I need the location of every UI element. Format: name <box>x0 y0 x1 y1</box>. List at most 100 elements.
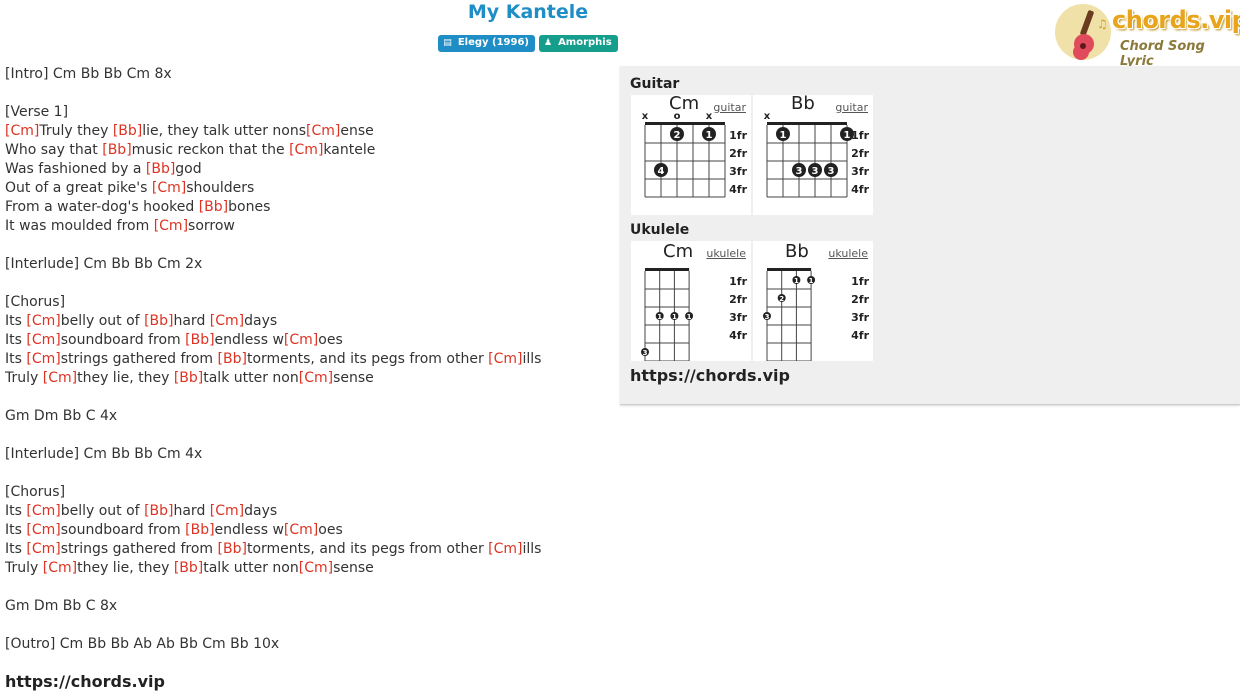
ukulele-chord-cm[interactable]: Cm ukulele 1fr 2fr 3fr 4fr 1 1 1 3 <box>631 241 751 361</box>
muted-string-marker: x <box>764 111 771 122</box>
chord-marker[interactable]: [Cm] <box>488 351 522 367</box>
finger-number: 3 <box>643 349 648 357</box>
nut <box>645 268 690 271</box>
nut <box>767 122 847 125</box>
chord-marker[interactable]: [Cm] <box>26 503 60 519</box>
lyric-line: Truly [Cm]they lie, they [Bb]talk utter … <box>5 559 615 578</box>
lyric-text: sense <box>333 370 374 386</box>
lyric-text: oes <box>318 522 343 538</box>
chord-marker[interactable]: [Cm] <box>26 313 60 329</box>
lyric-text: Out of a great pike's <box>5 180 152 196</box>
fret-label: 2fr <box>729 147 747 160</box>
chord-marker[interactable]: [Cm] <box>43 560 77 576</box>
lyric-line: [Interlude] Cm Bb Bb Cm 4x <box>5 445 615 464</box>
chord-marker[interactable]: [Bb] <box>113 123 142 139</box>
lyric-text: hard <box>173 313 210 329</box>
lyric-text: Truly <box>5 370 43 386</box>
lyric-line: [Intro] Cm Bb Bb Cm 8x <box>5 65 615 84</box>
guitar-chord-cm[interactable]: Cm guitar 1fr 2fr 3fr 4fr x o x 2 1 4 <box>631 93 751 215</box>
chord-marker[interactable]: [Cm] <box>210 503 244 519</box>
chord-marker[interactable]: [Cm] <box>43 370 77 386</box>
user-icon: ♟ <box>543 38 553 48</box>
footer-url[interactable]: https://chords.vip <box>5 672 165 691</box>
chord-marker[interactable]: [Bb] <box>146 161 175 177</box>
chord-marker[interactable]: [Cm] <box>299 560 333 576</box>
finger-number: 1 <box>687 313 692 321</box>
chord-marker[interactable]: [Bb] <box>174 370 203 386</box>
lyric-text: Truly they <box>39 123 113 139</box>
lyric-text: soundboard from <box>60 332 186 348</box>
chord-marker[interactable]: [Cm] <box>210 313 244 329</box>
lyric-line: [Cm]Truly they [Bb]lie, they talk utter … <box>5 122 615 141</box>
muted-string-marker: x <box>706 111 713 122</box>
lyric-line: [Outro] Cm Bb Bb Ab Ab Bb Cm Bb 10x <box>5 635 615 654</box>
chord-marker[interactable]: [Bb] <box>185 522 214 538</box>
lyric-text: endless w <box>214 332 284 348</box>
chord-marker[interactable]: [Cm] <box>26 541 60 557</box>
lyric-text: ills <box>522 541 542 557</box>
finger-number: 2 <box>779 295 784 303</box>
chord-marker[interactable]: [Cm] <box>284 522 318 538</box>
chord-marker[interactable]: [Cm] <box>154 218 188 234</box>
chord-marker[interactable]: [Cm] <box>306 123 340 139</box>
chord-marker[interactable]: [Cm] <box>289 142 323 158</box>
fret-label: 3fr <box>729 165 747 178</box>
lyric-text: [Interlude] Cm Bb Bb Cm 4x <box>5 446 203 462</box>
finger-number: 1 <box>657 313 662 321</box>
lyric-text: hard <box>173 503 210 519</box>
lyric-text: [Intro] Cm Bb Bb Cm 8x <box>5 66 172 82</box>
lyric-text: Who say that <box>5 142 103 158</box>
lyric-text: Truly <box>5 560 43 576</box>
chord-marker[interactable]: [Cm] <box>5 123 39 139</box>
finger-number: 3 <box>812 166 819 177</box>
lyric-text: [Verse 1] <box>5 104 69 120</box>
fret-label: 2fr <box>851 293 869 306</box>
lyric-line: Its [Cm]soundboard from [Bb]endless w[Cm… <box>5 331 615 350</box>
lyric-text: [Interlude] Cm Bb Bb Cm 2x <box>5 256 203 272</box>
lyric-text: god <box>175 161 202 177</box>
chord-marker[interactable]: [Bb] <box>144 503 173 519</box>
finger-number: 2 <box>674 130 681 141</box>
guitar-chord-bb[interactable]: Bb guitar 1fr 2fr 3fr 4fr x 1 1 3 3 3 <box>753 93 873 215</box>
chord-marker[interactable]: [Bb] <box>199 199 228 215</box>
lyric-text: [Chorus] <box>5 294 66 310</box>
guitar-icon: ♫ <box>1073 10 1108 60</box>
fret-label: 4fr <box>729 329 747 342</box>
album-badge[interactable]: ▤ Elegy (1996) <box>438 35 535 52</box>
lyric-text: torments, and its pegs from other <box>246 541 489 557</box>
chord-marker[interactable]: [Bb] <box>144 313 173 329</box>
lyric-text: Its <box>5 332 27 348</box>
artist-badge[interactable]: ♟ Amorphis <box>538 35 618 52</box>
chord-marker[interactable]: [Cm] <box>26 522 60 538</box>
fret-label: 1fr <box>729 275 747 288</box>
chord-marker[interactable]: [Cm] <box>488 541 522 557</box>
chord-grid: 1fr 2fr 3fr 4fr x o x 2 1 4 <box>642 111 748 198</box>
chord-marker[interactable]: [Cm] <box>284 332 318 348</box>
finger-number: 3 <box>765 313 770 321</box>
chord-marker[interactable]: [Cm] <box>152 180 186 196</box>
chord-marker[interactable]: [Bb] <box>174 560 203 576</box>
chord-marker[interactable]: [Cm] <box>26 351 60 367</box>
chord-marker[interactable]: [Bb] <box>218 541 247 557</box>
ukulele-chord-bb[interactable]: Bb ukulele 1fr 2fr 3fr 4fr 1 1 2 3 <box>753 241 873 361</box>
chord-marker[interactable]: [Cm] <box>26 332 60 348</box>
chord-marker[interactable]: [Cm] <box>299 370 333 386</box>
lyric-text: soundboard from <box>60 522 186 538</box>
lyric-line: [Interlude] Cm Bb Bb Cm 2x <box>5 255 615 274</box>
logo-subtitle: Chord Song Lyric <box>1120 39 1205 69</box>
panel-url[interactable]: https://chords.vip <box>630 366 790 385</box>
finger-number: 1 <box>794 277 799 285</box>
chord-marker[interactable]: [Bb] <box>185 332 214 348</box>
finger-number: 1 <box>780 130 787 141</box>
chord-marker[interactable]: [Bb] <box>102 142 131 158</box>
lyric-text: Gm Dm Bb C 8x <box>5 598 118 614</box>
lyrics-block: [Intro] Cm Bb Bb Cm 8x [Verse 1] [Cm]Trul… <box>5 65 615 654</box>
chord-marker[interactable]: [Bb] <box>218 351 247 367</box>
site-logo[interactable]: ♫ chords.vip Chord Song Lyric <box>1054 4 1240 69</box>
